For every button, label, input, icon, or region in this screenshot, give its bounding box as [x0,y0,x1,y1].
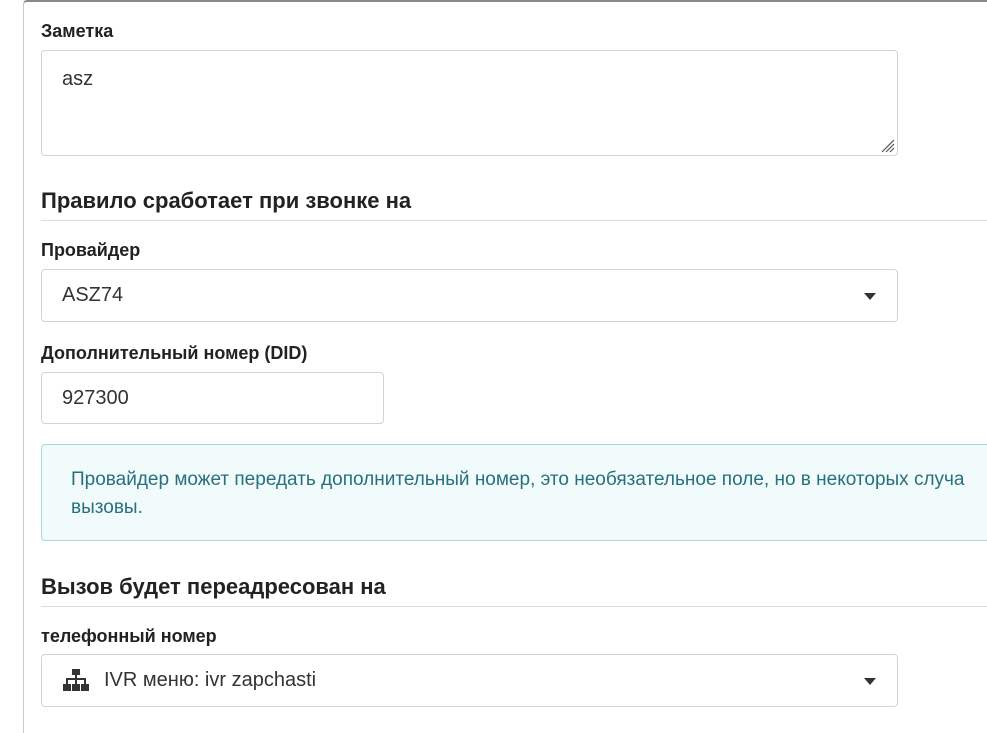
info-alert-text: Провайдер может передать дополнительный … [71,466,987,522]
chevron-down-icon [864,678,876,685]
trigger-section-title: Правило сработает при звонке на [41,188,412,213]
forward-section-divider [41,606,987,607]
note-label: Заметка [41,21,114,41]
resize-grip-icon[interactable] [879,137,895,153]
trigger-section-divider [41,220,987,221]
page: Заметка asz Правило сработает при звонке… [0,0,987,733]
destination-select[interactable]: IVR меню: ivr zapchasti [41,654,898,707]
info-alert: Провайдер может передать дополнительный … [41,444,987,541]
chevron-down-icon [864,293,876,300]
destination-selected-value: IVR меню: ivr zapchasti [104,669,317,691]
provider-label: Провайдер [41,240,141,260]
sitemap-icon [63,669,89,691]
provider-select[interactable]: ASZ74 [41,269,898,322]
did-value: 927300 [62,387,129,409]
note-value: asz [62,68,94,90]
note-textarea[interactable]: asz [41,50,898,156]
did-label: Дополнительный номер (DID) [41,343,308,363]
info-alert-line-2: вызовы. [71,497,143,518]
forward-section-title: Вызов будет переадресован на [41,574,386,599]
destination-label: телефонный номер [41,626,217,646]
did-input[interactable]: 927300 [41,372,384,424]
info-alert-line-1: Провайдер может передать дополнительный … [71,469,965,490]
provider-selected-value: ASZ74 [62,284,124,306]
